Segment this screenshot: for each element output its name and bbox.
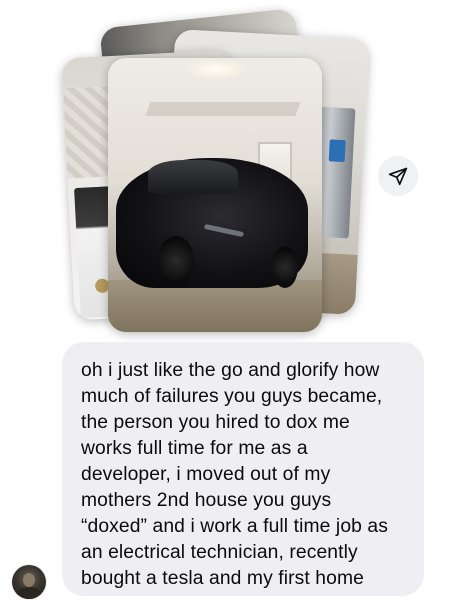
dm-thread-screen: oh i just like the go and glorify how mu… xyxy=(0,0,469,605)
message-line: “doxed” and i work a full time job as xyxy=(81,516,388,537)
avatar-face-detail xyxy=(23,573,35,587)
photo-car-wheel-detail xyxy=(158,236,194,286)
sender-avatar[interactable] xyxy=(12,565,46,599)
photo-fridge-screen-detail xyxy=(328,139,346,163)
tesla-in-garage-photo[interactable] xyxy=(108,58,322,332)
message-line: mothers 2nd house you guys xyxy=(81,490,332,511)
message-line: much of failures you guys became, xyxy=(81,386,383,407)
photo-car-windshield-detail xyxy=(148,160,238,194)
photo-beam-detail xyxy=(145,102,301,116)
message-line: works full time for me as a xyxy=(81,438,308,459)
message-line: the person you hired to dox me xyxy=(81,412,350,433)
message-line: oh i just like the go and glorify how xyxy=(81,360,380,381)
message-text: oh i just like the go and glorify how mu… xyxy=(81,358,406,592)
photo-ceiling-light-detail xyxy=(188,60,244,78)
message-line: an electrical technician, recently xyxy=(81,542,358,563)
photo-car-wheel-detail xyxy=(272,246,298,288)
share-send-icon xyxy=(388,167,408,186)
share-button[interactable] xyxy=(378,156,418,196)
message-line: developer, i moved out of my xyxy=(81,464,331,485)
message-line: bought a tesla and my first home xyxy=(81,568,364,589)
message-bubble[interactable]: oh i just like the go and glorify how mu… xyxy=(62,342,424,596)
avatar-shoulders-detail xyxy=(16,587,42,599)
